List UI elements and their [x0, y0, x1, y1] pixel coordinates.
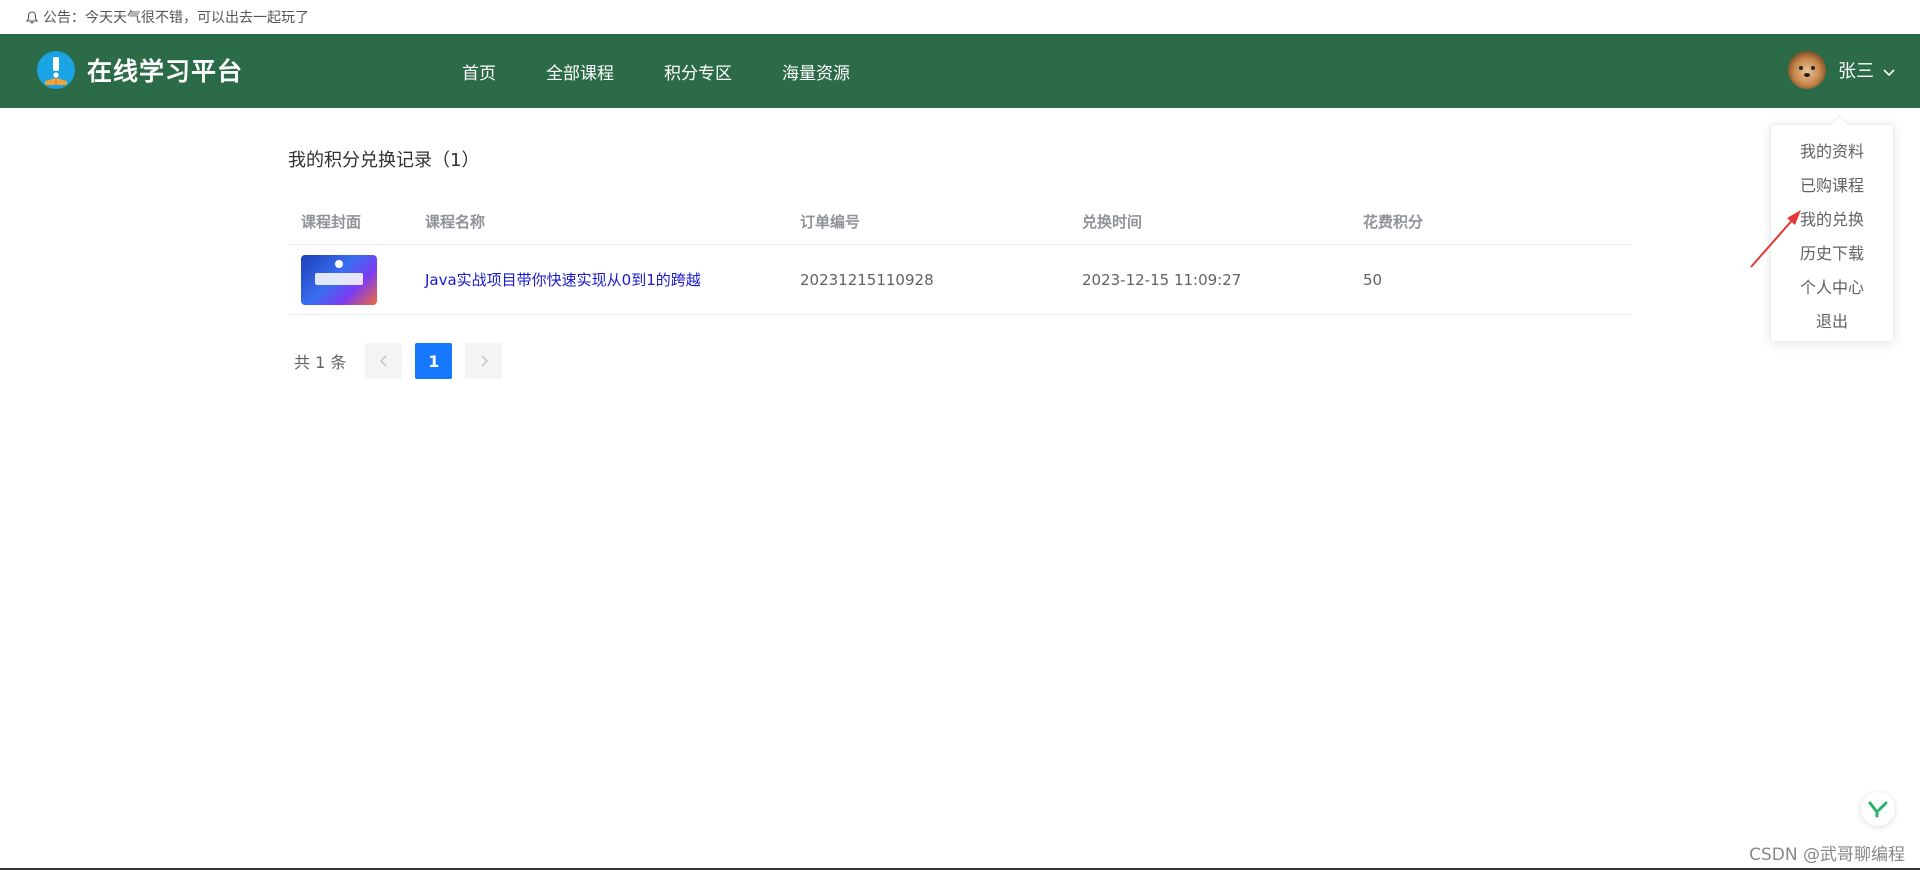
- chevron-left-icon: [379, 355, 387, 367]
- col-course-name: 课程名称: [425, 213, 486, 231]
- nav-all-courses[interactable]: 全部课程: [546, 59, 614, 84]
- menu-my-profile[interactable]: 我的资料: [1771, 135, 1893, 169]
- table-header: 课程封面 课程名称 订单编号 兑换时间 花费积分: [288, 199, 1632, 245]
- logo-title: 在线学习平台: [87, 57, 244, 86]
- annotation-arrow-icon: [1750, 210, 1801, 268]
- exchange-time: 2023-12-15 11:09:27: [1082, 270, 1242, 289]
- logo-icon: [37, 51, 75, 89]
- user-menu-trigger[interactable]: 张三: [1788, 51, 1896, 89]
- col-exchange-time: 兑换时间: [1082, 213, 1143, 231]
- watermark: CSDN @武哥聊编程: [1749, 845, 1905, 865]
- menu-personal-center[interactable]: 个人中心: [1771, 271, 1893, 305]
- bell-icon: [25, 10, 39, 24]
- announcement-bar: 公告：今天天气很不错，可以出去一起玩了: [0, 0, 1920, 34]
- user-name: 张三: [1838, 61, 1874, 82]
- table-row: Java实战项目带你快速实现从0到1的跨越 20231215110928 202…: [288, 245, 1632, 315]
- menu-purchased-courses[interactable]: 已购课程: [1771, 169, 1893, 203]
- chevron-right-icon: [481, 355, 488, 367]
- announcement-text: 公告：今天天气很不错，可以出去一起玩了: [43, 10, 309, 26]
- prev-page-button[interactable]: [365, 343, 403, 379]
- chevron-down-icon: [1882, 63, 1896, 77]
- menu-logout[interactable]: 退出: [1771, 305, 1893, 339]
- page-title: 我的积分兑换记录（1）: [288, 150, 480, 171]
- nav-resources[interactable]: 海量资源: [782, 59, 850, 84]
- logo[interactable]: 在线学习平台: [37, 51, 243, 89]
- next-page-button[interactable]: [465, 343, 503, 379]
- pagination: 共 1 条 1: [294, 343, 515, 379]
- course-cover-image[interactable]: [301, 254, 377, 305]
- col-points: 花费积分: [1363, 213, 1424, 231]
- pagination-total: 共 1 条: [294, 353, 347, 372]
- order-number: 20231215110928: [800, 270, 934, 289]
- course-name-link[interactable]: Java实战项目带你快速实现从0到1的跨越: [425, 269, 701, 290]
- col-cover: 课程封面: [301, 213, 362, 231]
- floating-helper-icon[interactable]: [1861, 792, 1895, 826]
- top-header: 在线学习平台 首页 全部课程 积分专区 海量资源 张三: [0, 34, 1920, 108]
- nav-home[interactable]: 首页: [462, 59, 496, 84]
- avatar: [1788, 51, 1826, 89]
- nav-points-zone[interactable]: 积分专区: [664, 59, 732, 84]
- main-nav: 首页 全部课程 积分专区 海量资源: [462, 34, 900, 108]
- page-number-current[interactable]: 1: [415, 343, 453, 379]
- col-order-no: 订单编号: [800, 213, 861, 231]
- exchange-table: 课程封面 课程名称 订单编号 兑换时间 花费积分 Java实战项目带你快速实现从…: [288, 199, 1632, 315]
- points-spent: 50: [1363, 270, 1383, 289]
